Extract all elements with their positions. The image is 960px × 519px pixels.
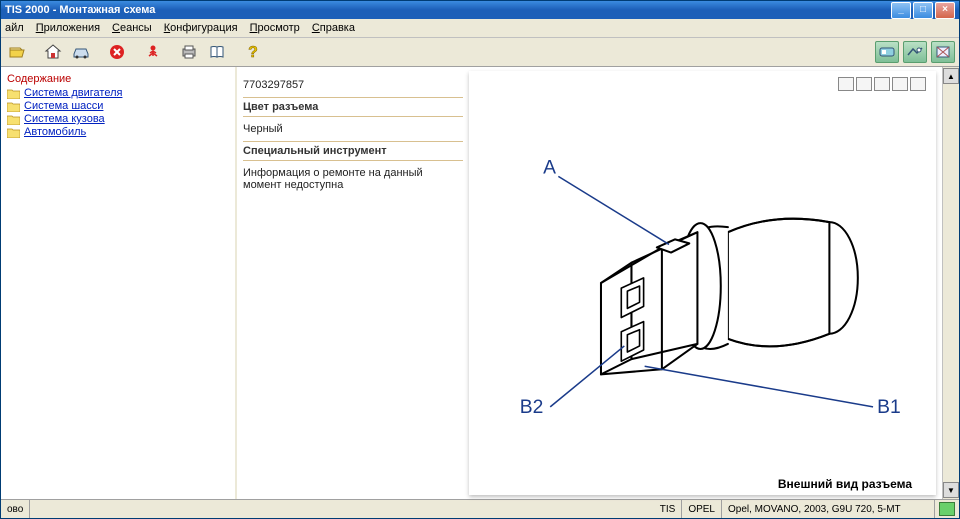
tree-link[interactable]: Система шасси — [24, 100, 103, 112]
sidebar-header: Содержание — [7, 73, 233, 85]
tree-item-vehicle[interactable]: Автомобиль — [7, 126, 233, 138]
toolbar: ? — [1, 38, 959, 67]
maximize-button[interactable]: □ — [913, 2, 933, 19]
tool-green-2-icon[interactable] — [903, 41, 927, 63]
toolbar-left: ? — [5, 40, 265, 64]
tool-green-3-icon[interactable] — [931, 41, 955, 63]
connector-diagram: A B2 B1 — [469, 71, 936, 495]
body: Содержание Система двигателя Система шас… — [1, 67, 959, 499]
help-icon[interactable]: ? — [241, 40, 265, 64]
diagram-toolbar — [838, 77, 926, 91]
folder-icon — [7, 88, 20, 99]
statusbar: ово TIS OPEL Opel, MOVANO, 2003, G9U 720… — [1, 499, 959, 518]
color-header: Цвет разъема — [243, 97, 463, 117]
app-window: TIS 2000 - Монтажная схема _ □ × айл ППр… — [0, 0, 960, 519]
car-icon[interactable] — [69, 40, 93, 64]
diagram-btn-3[interactable] — [874, 77, 890, 91]
vertical-scrollbar[interactable]: ▲ ▼ — [942, 67, 959, 499]
window-title: TIS 2000 - Монтажная схема — [5, 4, 155, 16]
folder-icon — [7, 114, 20, 125]
tree-item-engine[interactable]: Система двигателя — [7, 87, 233, 99]
menu-applications[interactable]: ППриложенияриложения — [36, 22, 100, 34]
tree-link[interactable]: Система кузова — [24, 113, 105, 125]
menu-file[interactable]: айл — [5, 22, 24, 34]
cancel-icon[interactable] — [105, 40, 129, 64]
diagram-label-b1: B1 — [877, 397, 901, 418]
status-ready: ово — [1, 500, 30, 518]
menubar: айл ППриложенияриложения Сеансы Конфигур… — [1, 19, 959, 38]
svg-text:?: ? — [248, 44, 258, 61]
diagram-btn-1[interactable] — [838, 77, 854, 91]
status-tis: TIS — [654, 500, 683, 518]
scroll-down-icon[interactable]: ▼ — [943, 482, 959, 498]
status-brand: OPEL — [682, 500, 722, 518]
person-icon[interactable] — [141, 40, 165, 64]
menu-view[interactable]: Просмотр — [250, 22, 300, 34]
toolbar-right — [875, 41, 955, 63]
status-vehicle: Opel, MOVANO, 2003, G9U 720, 5-MT — [722, 500, 935, 518]
tool-header: Специальный инструмент — [243, 141, 463, 161]
menu-sessions[interactable]: Сеансы — [112, 22, 152, 34]
titlebar: TIS 2000 - Монтажная схема _ □ × — [1, 1, 959, 19]
tool-value: Информация о ремонте на данный момент не… — [243, 167, 463, 191]
folder-icon — [7, 127, 20, 138]
diagram-label-a: A — [543, 157, 556, 178]
diagram-btn-5[interactable] — [910, 77, 926, 91]
tool-green-1-icon[interactable] — [875, 41, 899, 63]
window-buttons: _ □ × — [891, 2, 955, 19]
folder-icon — [7, 101, 20, 112]
tree-item-body[interactable]: Система кузова — [7, 113, 233, 125]
diagram-btn-2[interactable] — [856, 77, 872, 91]
status-indicator-icon — [939, 502, 955, 516]
scroll-up-icon[interactable]: ▲ — [943, 68, 959, 84]
color-value: Черный — [243, 123, 463, 135]
diagram-caption: Внешний вид разъема — [778, 477, 912, 491]
menu-config[interactable]: Конфигурация — [164, 22, 238, 34]
tree-link[interactable]: Система двигателя — [24, 87, 122, 99]
minimize-button[interactable]: _ — [891, 2, 911, 19]
sidebar: Содержание Система двигателя Система шас… — [1, 67, 237, 499]
home-icon[interactable] — [41, 40, 65, 64]
info-column: 7703297857 Цвет разъема Черный Специальн… — [237, 67, 469, 499]
menu-help[interactable]: Справка — [312, 22, 355, 34]
tree-link[interactable]: Автомобиль — [24, 126, 86, 138]
diagram-label-b2: B2 — [520, 397, 544, 418]
part-number: 7703297857 — [243, 79, 463, 91]
book-icon[interactable] — [205, 40, 229, 64]
tree-item-chassis[interactable]: Система шасси — [7, 100, 233, 112]
diagram-panel: A B2 B1 Внешний вид разъема — [469, 71, 936, 495]
print-icon[interactable] — [177, 40, 201, 64]
diagram-btn-4[interactable] — [892, 77, 908, 91]
open-icon[interactable] — [5, 40, 29, 64]
main: 7703297857 Цвет разъема Черный Специальн… — [237, 67, 959, 499]
close-button[interactable]: × — [935, 2, 955, 19]
